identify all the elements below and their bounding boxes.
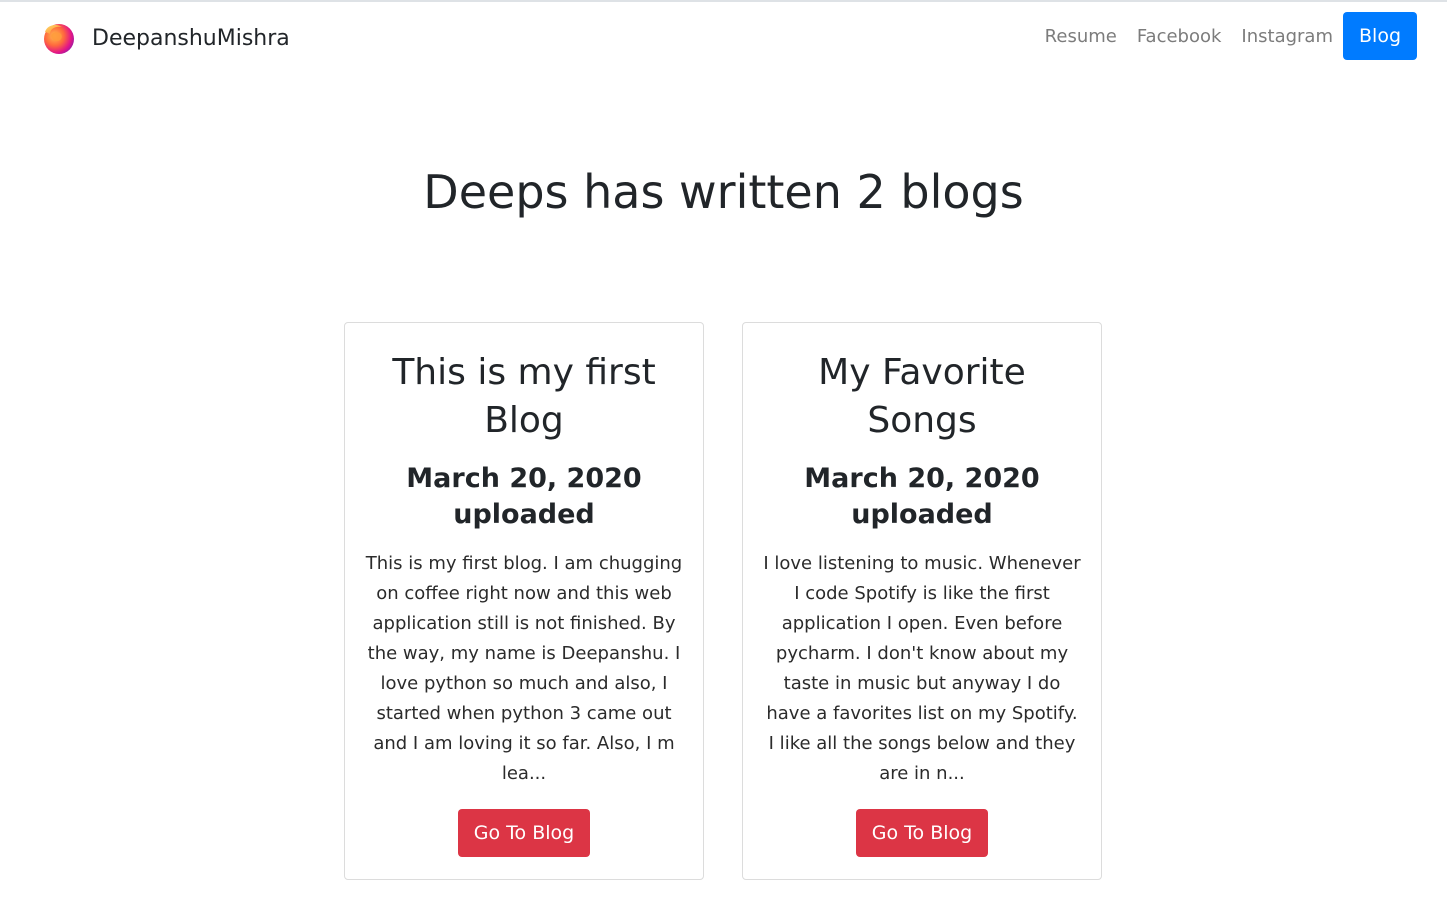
go-to-blog-button[interactable]: Go To Blog [855,809,989,857]
firefox-logo-icon [44,24,74,54]
brand-name: DeepanshuMishra [92,25,290,51]
nav-link-instagram[interactable]: Instagram [1241,26,1333,47]
navbar: DeepanshuMishra Resume Facebook Instagra… [0,2,1447,72]
blog-card-list: This is my first Blog March 20, 2020 upl… [344,322,1102,880]
blog-card: My Favorite Songs March 20, 2020 uploade… [742,322,1102,880]
nav-link-resume[interactable]: Resume [1045,26,1117,47]
go-to-blog-button[interactable]: Go To Blog [457,809,591,857]
blog-card-date: March 20, 2020 uploaded [804,463,1040,530]
blog-card-title: This is my first Blog [392,352,656,441]
blog-card-title: My Favorite Songs [818,352,1026,441]
blog-card-date: March 20, 2020 uploaded [406,463,642,530]
blog-card-excerpt: I love listening to music. Whenever I co… [763,553,1081,784]
brand-link[interactable]: DeepanshuMishra [40,20,290,56]
blog-card: This is my first Blog March 20, 2020 upl… [344,322,704,880]
nav-blog-button[interactable]: Blog [1343,12,1417,60]
nav-links: Resume Facebook Instagram Blog [1025,12,1417,60]
blog-card-excerpt: This is my first blog. I am chugging on … [365,553,683,784]
page-title: Deeps has written 2 blogs [423,165,1024,219]
nav-link-facebook[interactable]: Facebook [1137,26,1222,47]
